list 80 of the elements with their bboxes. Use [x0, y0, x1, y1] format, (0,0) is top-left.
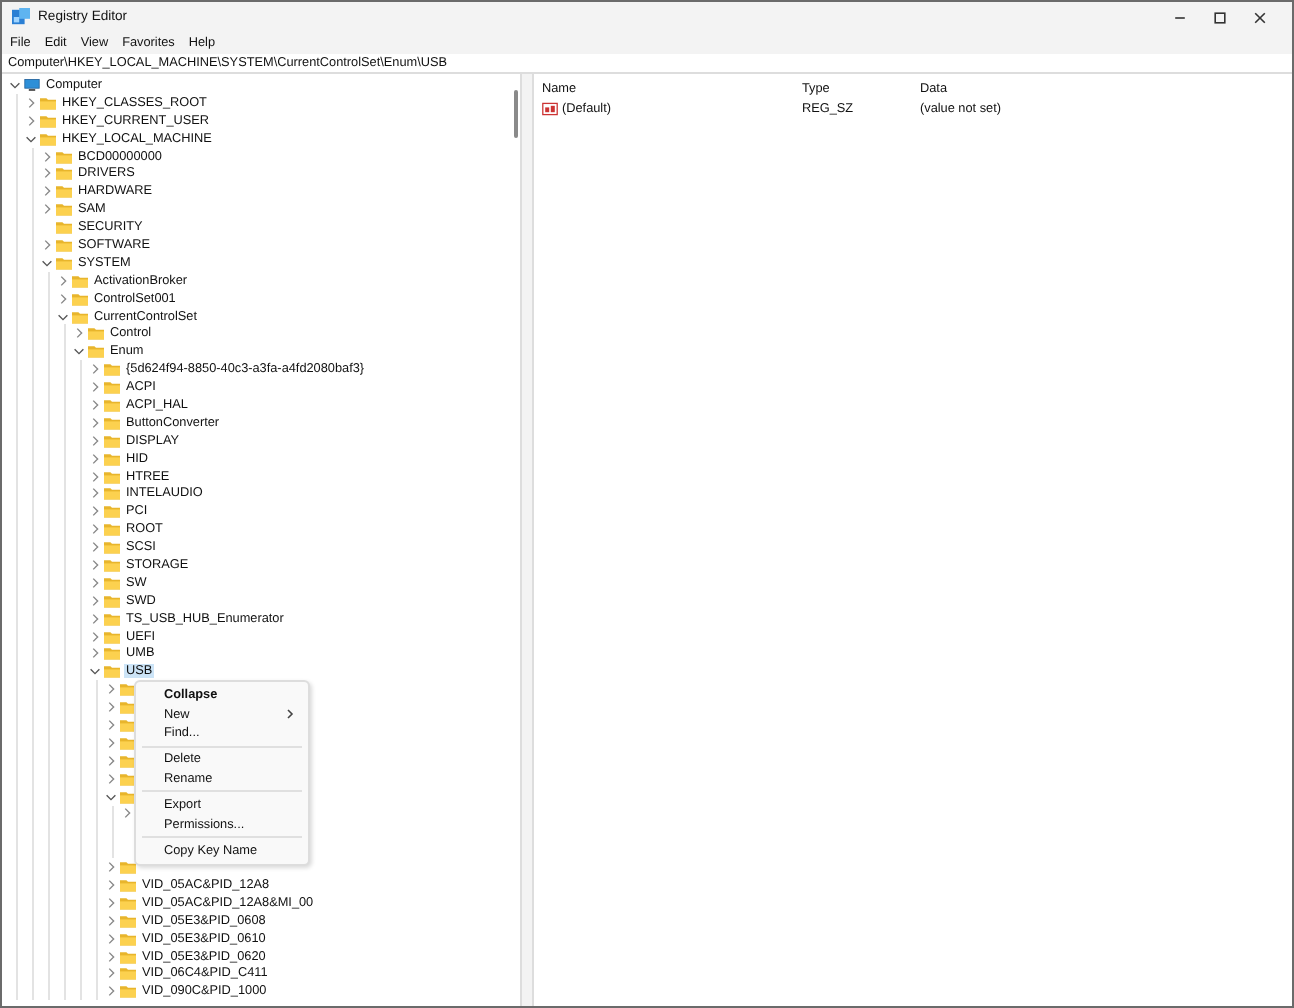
chevron-right-icon[interactable] — [104, 735, 118, 750]
chevron-right-icon[interactable] — [40, 184, 54, 199]
chevron-right-icon[interactable] — [88, 362, 102, 377]
folder-icon — [104, 362, 120, 377]
folder-icon — [104, 522, 120, 537]
folder-icon — [120, 931, 136, 946]
folder-icon — [120, 860, 136, 875]
chevron-right-icon[interactable] — [72, 326, 86, 341]
chevron-right-icon[interactable] — [104, 718, 118, 732]
chevron-right-icon[interactable] — [104, 895, 118, 910]
chevron-down-icon[interactable] — [40, 255, 54, 270]
chevron-right-icon[interactable] — [104, 878, 118, 893]
chevron-right-icon[interactable] — [40, 166, 54, 181]
folder-icon — [104, 433, 120, 448]
chevron-right-icon[interactable] — [88, 486, 102, 501]
chevron-down-icon[interactable] — [88, 664, 102, 679]
folder-icon — [56, 166, 72, 181]
folder-icon — [104, 593, 120, 608]
string-value-icon — [542, 101, 558, 115]
chevron-right-icon[interactable] — [88, 540, 102, 555]
folder-icon — [56, 202, 72, 217]
chevron-right-icon[interactable] — [88, 397, 102, 412]
folder-icon — [72, 273, 88, 288]
chevron-right-icon[interactable] — [24, 113, 38, 128]
chevron-right-icon[interactable] — [88, 380, 102, 395]
chevron-right-icon[interactable] — [88, 593, 102, 608]
folder-icon — [104, 415, 120, 430]
chevron-right-icon[interactable] — [104, 984, 118, 999]
chevron-right-icon[interactable] — [104, 682, 118, 697]
chevron-right-icon[interactable] — [88, 504, 102, 519]
maximize-icon[interactable] — [1212, 9, 1228, 25]
folder-icon — [40, 95, 56, 110]
chevron-right-icon[interactable] — [104, 931, 118, 946]
folder-icon — [104, 504, 120, 519]
chevron-right-icon[interactable] — [88, 415, 102, 430]
folder-icon — [88, 344, 104, 359]
folder-icon — [120, 984, 136, 999]
close-icon[interactable] — [1252, 9, 1268, 25]
chevron-right-icon[interactable] — [88, 575, 102, 590]
chevron-right-icon[interactable] — [104, 753, 118, 768]
folder-icon — [56, 255, 72, 270]
registry-icon — [12, 8, 30, 26]
folder-icon — [104, 575, 120, 590]
chevron-right-icon[interactable] — [104, 966, 118, 981]
chevron-right-icon[interactable] — [88, 557, 102, 572]
chevron-down-icon[interactable] — [72, 344, 86, 359]
folder-icon — [56, 184, 72, 199]
chevron-down-icon[interactable] — [104, 789, 118, 804]
folder-icon — [72, 291, 88, 306]
chevron-down-icon[interactable] — [56, 309, 70, 324]
chevron-right-icon[interactable] — [88, 469, 102, 484]
chevron-right-icon[interactable] — [40, 237, 54, 252]
folder-icon — [40, 131, 56, 146]
chevron-right-icon[interactable] — [88, 522, 102, 537]
chevron-down-icon[interactable] — [8, 77, 22, 92]
folder-icon — [104, 451, 120, 466]
folder-icon — [104, 664, 120, 679]
chevron-right-icon[interactable] — [88, 611, 102, 626]
chevron-right-icon[interactable] — [56, 291, 70, 306]
chevron-right-icon[interactable] — [104, 771, 118, 786]
chevron-right-icon — [284, 708, 296, 721]
folder-icon — [40, 113, 56, 128]
chevron-right-icon[interactable] — [104, 913, 118, 928]
chevron-right-icon[interactable] — [24, 95, 38, 110]
chevron-right-icon[interactable] — [88, 629, 102, 644]
computer-icon — [24, 77, 40, 92]
chevron-right-icon[interactable] — [120, 806, 134, 821]
chevron-right-icon[interactable] — [88, 646, 102, 661]
chevron-right-icon[interactable] — [88, 451, 102, 466]
chevron-right-icon[interactable] — [104, 860, 118, 875]
chevron-down-icon[interactable] — [24, 131, 38, 146]
chevron-right-icon[interactable] — [88, 433, 102, 448]
chevron-right-icon[interactable] — [40, 149, 54, 163]
folder-icon — [120, 913, 136, 928]
chevron-right-icon[interactable] — [56, 273, 70, 288]
chevron-right-icon[interactable] — [104, 700, 118, 715]
chevron-right-icon[interactable] — [40, 202, 54, 217]
folder-icon — [104, 611, 120, 626]
chevron-right-icon[interactable] — [104, 949, 118, 964]
folder-icon — [56, 149, 72, 163]
